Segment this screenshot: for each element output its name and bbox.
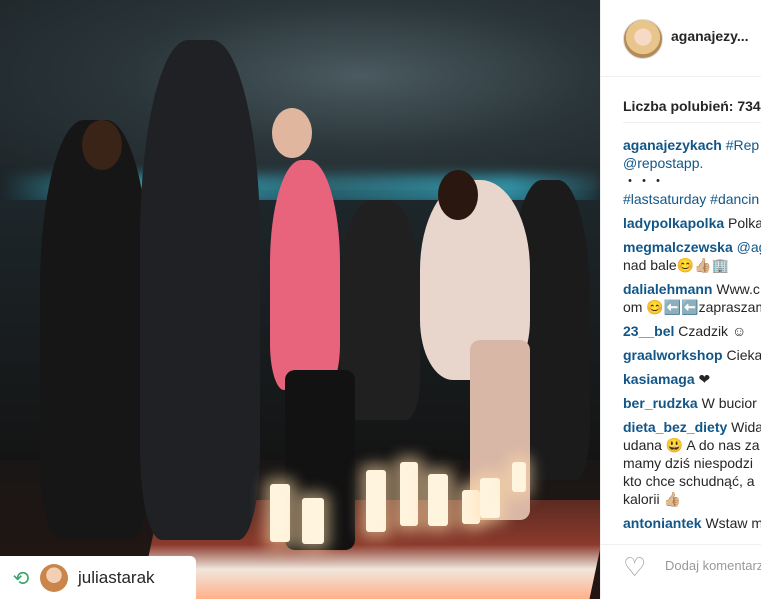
head-blonde [272,108,312,158]
comment-item: dalialehmann Www.c om 😊⬅️⬅️zapraszam [623,280,761,316]
comment-item: megmalczewska @ag nad bale😊👍🏼🏢 [623,238,761,274]
post-photo[interactable]: ⟲ juliastarak [0,0,600,599]
comment-text: ・・・ [623,173,665,189]
comment-user[interactable]: dieta_bez_diety [623,419,727,435]
hashtag[interactable]: #lastsaturday #dancin [623,191,759,207]
heart-icon[interactable]: ♡ [623,554,651,582]
comment-user[interactable]: antoniantek [623,515,702,531]
head-left [82,120,122,170]
comment-input[interactable] [663,557,761,574]
candle [270,484,290,542]
repost-avatar [40,563,68,592]
profile-username[interactable]: aganajezy... [671,28,749,44]
profile-avatar[interactable] [623,19,663,59]
caption: aganajezykach #Rep @repostapp. ・・・ #last… [623,136,761,208]
repost-attribution[interactable]: ⟲ juliastarak [0,556,196,599]
comment-item: graalworkshop Cieka [623,346,761,364]
comment-user[interactable]: dalialehmann [623,281,712,297]
comment-user[interactable]: ladypolkapolka [623,215,724,231]
comment-user[interactable]: ber_rudzka [623,395,698,411]
comment-user[interactable]: aganajezykach [623,137,722,153]
comment-item: kasiamaga ❤ [623,370,761,388]
comment-text: Polka [728,215,761,231]
comment-item: ber_rudzka W bucior [623,394,761,412]
comment-user[interactable]: 23__bel [623,323,674,339]
comment-list: aganajezykach #Rep @repostapp. ・・・ #last… [623,136,761,532]
comment-text: Www.c [716,281,760,297]
comment-text: Czadzik ☺ [678,323,747,339]
comment-item: dieta_bez_diety Wida udana 😃 A do nas za… [623,418,761,508]
comment-user[interactable]: graalworkshop [623,347,723,363]
comment-text: udana 😃 A do nas za [623,437,760,453]
comment-text: kto chce schudnąć, a [623,473,755,489]
candle [462,490,480,524]
comment-text: om 😊⬅️⬅️zapraszam [623,299,761,315]
candle [512,462,526,492]
candle [400,462,418,526]
head-dark [438,170,478,220]
comment-item: antoniantek Wstaw m [623,514,761,532]
like-count[interactable]: Liczba polubień: 734 [623,98,761,114]
comment-text: ❤ [698,371,711,387]
dancer-pink-dress [270,160,340,390]
comment-item: ladypolkapolka Polka [623,214,761,232]
comment-text: Wstaw m [705,515,761,531]
mention[interactable]: @repostapp. [623,155,703,171]
candle [302,498,324,544]
comment-text: Wida [731,419,761,435]
post-sidebar: aganajezy... Liczba polubień: 734 aganaj… [600,0,761,599]
dancer-left [40,120,150,540]
divider [623,122,761,123]
comment-user[interactable]: kasiamaga [623,371,695,387]
comment-item: 23__bel Czadzik ☺ [623,322,761,340]
candle [366,470,386,532]
comment-text: mamy dziś niespodzi [623,455,753,471]
candle [428,474,448,526]
comment-user[interactable]: megmalczewska [623,239,733,255]
candle [480,478,500,518]
comment-text: nad bale😊👍🏼🏢 [623,257,730,273]
post-actions: ♡ [601,544,761,599]
comment-text: kalorii 👍🏼 [623,491,681,507]
mention[interactable]: @ag [737,239,761,255]
repost-username[interactable]: juliastarak [78,568,155,588]
dancer-arm-raised [140,40,260,540]
hashtag[interactable]: #Rep [726,137,759,153]
post-header: aganajezy... [601,0,761,77]
repost-icon: ⟲ [12,565,30,590]
comment-text: W bucior [701,395,757,411]
comment-text: Cieka [726,347,761,363]
